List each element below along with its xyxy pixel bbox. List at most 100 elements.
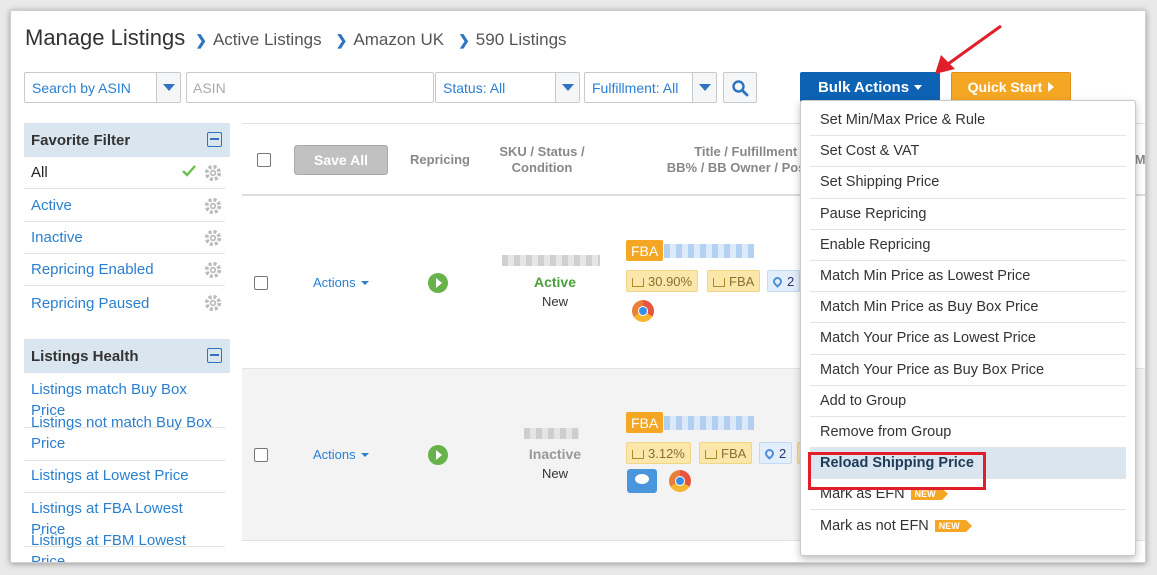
- breadcrumb-marketplace[interactable]: ❯ Amazon UK: [336, 30, 444, 50]
- status-select[interactable]: Status: All: [435, 72, 580, 103]
- sku-redacted: [502, 255, 600, 266]
- highlight-box: [808, 452, 986, 490]
- header: Manage Listings ❯ Active Listings ❯ Amazon…: [25, 25, 567, 55]
- menu-item-label: Mark as not EFN: [820, 518, 929, 535]
- collapse-icon[interactable]: [207, 132, 222, 147]
- menu-item-match-min-lowest[interactable]: Match Min Price as Lowest Price: [810, 261, 1126, 293]
- filter-label: Inactive: [31, 229, 83, 246]
- repricing-column-header[interactable]: Repricing: [405, 152, 475, 168]
- collapse-icon[interactable]: [207, 348, 222, 363]
- new-badge: NEW: [910, 488, 948, 501]
- menu-item-remove-from-group[interactable]: Remove from Group: [810, 417, 1126, 449]
- title-redacted[interactable]: [664, 416, 754, 430]
- repricing-play-icon[interactable]: [428, 273, 448, 293]
- quick-start-button[interactable]: Quick Start: [951, 72, 1071, 102]
- row-checkbox[interactable]: [254, 276, 268, 290]
- search-by-select[interactable]: Search by ASIN: [24, 72, 181, 103]
- favorite-filter-all[interactable]: All: [24, 157, 225, 189]
- header-line: SKU / Status /: [499, 144, 585, 159]
- condition-label: New: [541, 466, 568, 481]
- caret-down-icon: [914, 84, 923, 90]
- menu-item-enable-repricing[interactable]: Enable Repricing: [810, 230, 1126, 261]
- row-actions-dropdown[interactable]: Actions: [313, 447, 369, 462]
- offers-count: 2: [787, 273, 795, 289]
- gear-icon[interactable]: [203, 260, 223, 280]
- offers-chip[interactable]: 2: [759, 442, 793, 464]
- cart-icon: [705, 449, 717, 459]
- filter-label: All: [31, 164, 48, 181]
- offers-count: 2: [779, 445, 787, 461]
- row-checkbox[interactable]: [254, 448, 268, 462]
- favorite-filter-title: Favorite Filter: [31, 131, 131, 149]
- listings-health-title: Listings Health: [31, 347, 139, 365]
- status-label: Active: [533, 274, 577, 290]
- menu-item-set-cost-vat[interactable]: Set Cost & VAT: [810, 136, 1126, 168]
- asin-input[interactable]: [186, 72, 434, 103]
- save-all-button[interactable]: Save All: [294, 145, 388, 175]
- search-button[interactable]: [723, 72, 757, 103]
- health-link-lowest-price[interactable]: Listings at Lowest Price: [24, 459, 225, 493]
- favorite-filter-repricing-enabled[interactable]: Repricing Enabled: [24, 254, 225, 286]
- filter-label: Active: [31, 197, 72, 214]
- menu-item-match-your-lowest[interactable]: Match Your Price as Lowest Price: [810, 323, 1126, 355]
- cart-icon: [632, 449, 644, 459]
- browser-icon[interactable]: [632, 300, 654, 322]
- bb-percent: 3.12%: [648, 445, 685, 461]
- chevron-down-icon[interactable]: [555, 73, 579, 102]
- menu-item-add-to-group[interactable]: Add to Group: [810, 386, 1126, 417]
- fulfillment-select[interactable]: Fulfillment: All: [584, 72, 717, 103]
- gear-icon[interactable]: [203, 196, 223, 216]
- offers-chip[interactable]: 2: [767, 270, 801, 292]
- fulfillment-value: FBA: [721, 445, 747, 461]
- menu-item-match-min-buy-box[interactable]: Match Min Price as Buy Box Price: [810, 292, 1126, 324]
- chevron-right-icon: ❯: [195, 32, 207, 48]
- app-window: Manage Listings ❯ Active Listings ❯ Amazon…: [10, 10, 1146, 563]
- browser-icon[interactable]: [669, 470, 691, 492]
- title-redacted[interactable]: [664, 244, 754, 258]
- favorite-filter-inactive[interactable]: Inactive: [24, 222, 225, 254]
- gear-icon[interactable]: [203, 228, 223, 248]
- favorite-filter-repricing-paused[interactable]: Repricing Paused: [24, 287, 225, 319]
- select-all-checkbox[interactable]: [257, 153, 271, 167]
- menu-item-pause-repricing[interactable]: Pause Repricing: [810, 199, 1126, 230]
- new-badge: NEW: [934, 520, 972, 533]
- breadcrumb-label: Amazon UK: [353, 30, 445, 49]
- fulfillment-chip: FBA: [699, 442, 753, 464]
- breadcrumb-label: Active Listings: [212, 30, 322, 49]
- fulfillment-value: FBA: [729, 273, 755, 289]
- play-arrow-icon: [1048, 82, 1055, 92]
- status-value: Status: All: [443, 79, 506, 96]
- sku-redacted: [524, 428, 579, 439]
- breadcrumb-active-listings[interactable]: ❯ Active Listings: [195, 30, 321, 50]
- fba-badge: FBA: [626, 240, 664, 261]
- chevron-down-icon[interactable]: [692, 73, 716, 102]
- chevron-right-icon: ❯: [335, 32, 348, 48]
- header-line: BB% / BB Owner / Positi: [666, 160, 817, 175]
- fulfillment-value: Fulfillment: All: [592, 79, 679, 96]
- header-line: Condition: [511, 160, 573, 175]
- row-actions-dropdown[interactable]: Actions: [313, 275, 369, 290]
- menu-item-mark-not-efn[interactable]: Mark as not EFN NEW: [810, 510, 1126, 541]
- health-link-not-match-buy-box[interactable]: Listings not match Buy Box Price: [24, 406, 225, 461]
- breadcrumb-listing-count[interactable]: ❯ 590 Listings: [458, 30, 566, 50]
- gear-icon[interactable]: [203, 163, 223, 183]
- menu-item-match-your-buy-box[interactable]: Match Your Price as Buy Box Price: [810, 355, 1126, 386]
- favorite-filter-active[interactable]: Active: [24, 190, 225, 222]
- menu-item-set-shipping-price[interactable]: Set Shipping Price: [810, 167, 1126, 199]
- actions-label: Actions: [313, 447, 356, 462]
- filter-label: Repricing Paused: [31, 294, 150, 312]
- gear-icon[interactable]: [203, 293, 223, 313]
- cart-icon: [713, 277, 725, 287]
- chevron-right-icon: ❯: [458, 32, 470, 48]
- title-column-header[interactable]: Title / Fulfillment / A BB% / BB Owner /…: [642, 144, 817, 176]
- repricing-play-icon[interactable]: [428, 445, 448, 465]
- message-icon[interactable]: [627, 469, 657, 493]
- menu-item-set-min-max-price[interactable]: Set Min/Max Price & Rule: [810, 105, 1126, 137]
- health-link-fbm-lowest-price[interactable]: Listings at FBM Lowest Price: [24, 524, 225, 562]
- page-title: Manage Listings: [25, 25, 186, 50]
- bulk-actions-button[interactable]: Bulk Actions: [800, 72, 940, 102]
- chevron-down-icon[interactable]: [156, 73, 180, 102]
- buy-box-percent-chip: 30.90%: [626, 270, 699, 292]
- sku-column-header[interactable]: SKU / Status / Condition: [487, 144, 597, 176]
- condition-label: New: [541, 294, 568, 309]
